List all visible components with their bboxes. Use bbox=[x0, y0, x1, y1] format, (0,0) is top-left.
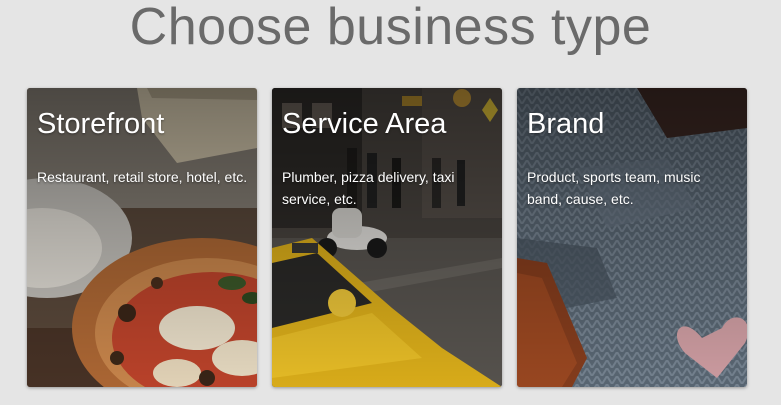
page-title: Choose business type bbox=[129, 0, 652, 56]
brand-description: Product, sports team, music band, cause,… bbox=[527, 169, 701, 207]
storefront-title: Storefront bbox=[37, 108, 165, 140]
brand-title: Brand bbox=[527, 108, 605, 140]
storefront-card[interactable]: Storefront Restaurant, retail store, hot… bbox=[27, 88, 257, 387]
service-area-card[interactable]: Service Area Plumber, pizza delivery, ta… bbox=[272, 88, 502, 387]
storefront-description: Restaurant, retail store, hotel, etc. bbox=[37, 169, 248, 185]
brand-card[interactable]: Brand Product, sports team, music band, … bbox=[517, 88, 747, 387]
business-type-page: Choose business type Storefront Restaura… bbox=[0, 0, 781, 405]
service-area-description: Plumber, pizza delivery, taxi service, e… bbox=[282, 169, 455, 207]
service-area-title: Service Area bbox=[282, 108, 447, 140]
